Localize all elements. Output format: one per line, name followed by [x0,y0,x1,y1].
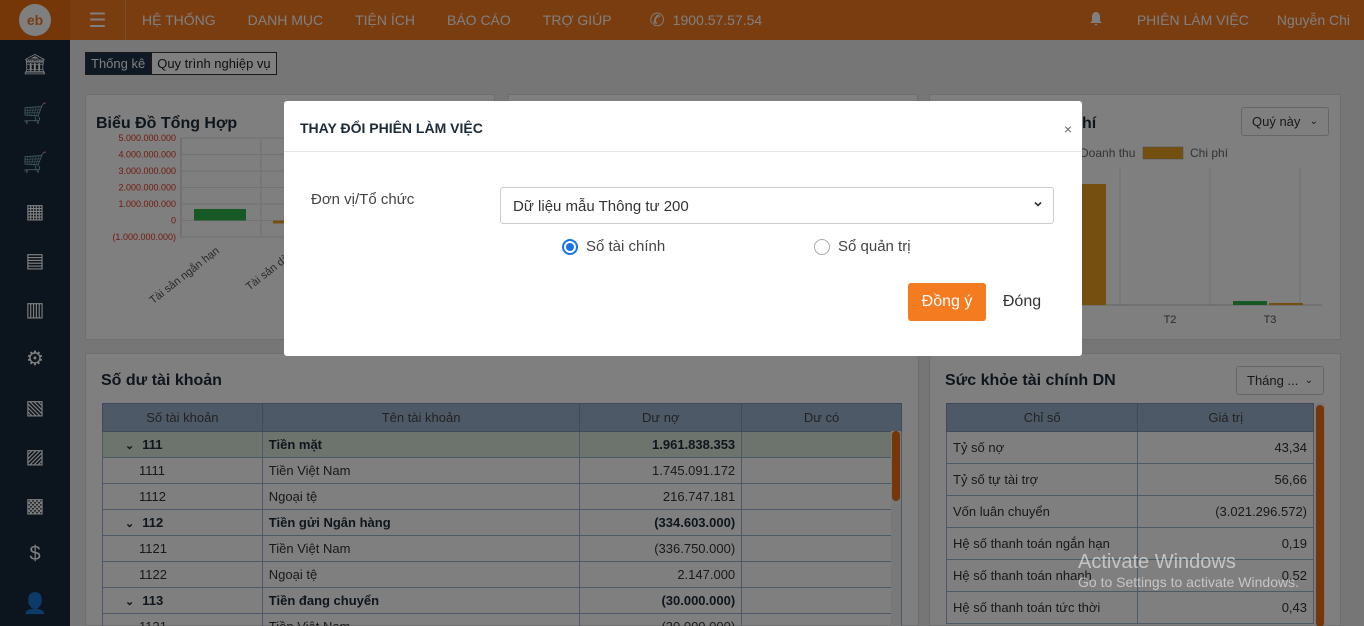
close-icon[interactable]: × [1064,121,1072,137]
radio-financial-label: Sổ tài chính [586,238,666,255]
radio-financial-button[interactable] [562,238,578,255]
radio-financial-book[interactable]: Sổ tài chính [562,238,665,255]
confirm-button[interactable]: Đồng ý [908,283,986,321]
dialog-header: THAY ĐỔI PHIÊN LÀM VIỆC × [284,101,1082,152]
watermark-title: Activate Windows [1078,551,1236,573]
org-label: Đơn vị/Tổ chức [311,191,415,208]
radio-management-label: Sổ quản trị [838,238,911,255]
org-select[interactable]: Dữ liệu mẫu Thông tư 200 [500,187,1054,224]
org-select-value: Dữ liệu mẫu Thông tư 200 [513,198,689,215]
change-session-dialog: THAY ĐỔI PHIÊN LÀM VIỆC × Đơn vị/Tổ chức… [284,101,1082,356]
radio-management-book[interactable]: Sổ quản trị [814,238,911,255]
watermark-subtitle: Go to Settings to activate Windows. [1078,574,1299,590]
dialog-title: THAY ĐỔI PHIÊN LÀM VIỆC [300,120,483,136]
chevron-down-icon [1033,198,1043,212]
radio-management-button[interactable] [814,238,830,255]
cancel-button[interactable]: Đóng [996,283,1048,321]
